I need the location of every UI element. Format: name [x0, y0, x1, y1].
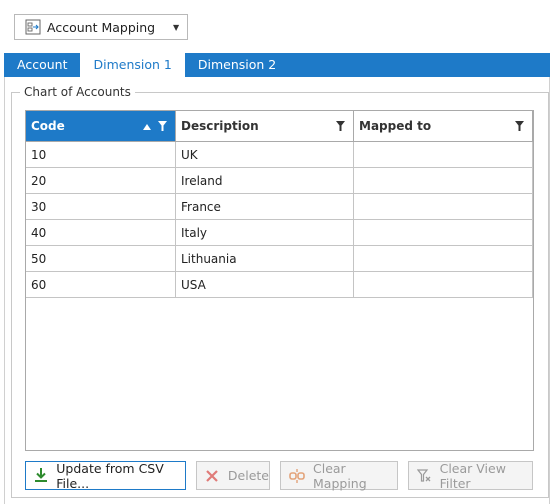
tab-account[interactable]: Account	[4, 53, 80, 77]
cell-description[interactable]: France	[176, 194, 354, 220]
cell-description[interactable]: Lithuania	[176, 246, 354, 272]
column-header-code[interactable]: Code	[26, 111, 176, 142]
clear-filter-icon	[417, 468, 432, 484]
cell-mapped-to[interactable]	[354, 272, 533, 298]
column-header-mapped-to[interactable]: Mapped to	[354, 111, 533, 142]
cell-description[interactable]: USA	[176, 272, 354, 298]
cell-mapped-to[interactable]	[354, 220, 533, 246]
column-header-description[interactable]: Description	[176, 111, 354, 142]
clear-view-filter-button[interactable]: Clear View Filter	[408, 460, 533, 491]
table-row[interactable]: 40 Italy	[26, 220, 533, 246]
delete-icon	[205, 468, 220, 484]
delete-button[interactable]: Delete	[196, 461, 270, 490]
update-from-csv-button[interactable]: Update from CSV File...	[25, 460, 186, 491]
cell-code[interactable]: 30	[26, 194, 176, 220]
cell-mapped-to[interactable]	[354, 168, 533, 194]
cell-code[interactable]: 60	[26, 272, 176, 298]
button-label: Update from CSV File...	[56, 460, 164, 491]
mapping-icon	[25, 19, 41, 35]
button-label: Delete	[227, 468, 269, 483]
import-icon	[34, 468, 48, 484]
mode-dropdown[interactable]: Account Mapping ▼	[14, 14, 188, 40]
cell-code[interactable]: 10	[26, 142, 176, 168]
cell-description[interactable]: Italy	[176, 220, 354, 246]
mode-dropdown-value: Account Mapping	[47, 19, 156, 35]
filter-icon[interactable]	[515, 120, 524, 134]
grid-header: Code Description Mapped to	[26, 111, 533, 142]
filter-icon[interactable]	[158, 120, 167, 134]
sort-ascending-icon	[143, 120, 151, 134]
unlink-icon	[289, 468, 305, 484]
filter-icon[interactable]	[336, 120, 345, 134]
tab-bar: Account Dimension 1 Dimension 2	[4, 53, 550, 77]
column-header-label: Mapped to	[359, 119, 432, 133]
cell-description[interactable]: UK	[176, 142, 354, 168]
cell-code[interactable]: 20	[26, 168, 176, 194]
button-label: Clear Mapping	[313, 460, 367, 491]
clear-mapping-button[interactable]: Clear Mapping	[280, 460, 398, 491]
cell-mapped-to[interactable]	[354, 142, 533, 168]
cell-code[interactable]: 50	[26, 246, 176, 272]
accounts-grid: Code Description Mapped to 10 UK 20 Irel…	[25, 110, 534, 451]
column-header-label: Description	[181, 119, 259, 133]
tab-dimension-1[interactable]: Dimension 1	[80, 53, 185, 77]
table-row[interactable]: 30 France	[26, 194, 533, 220]
group-title: Chart of Accounts	[20, 85, 135, 99]
cell-code[interactable]: 40	[26, 220, 176, 246]
cell-description[interactable]: Ireland	[176, 168, 354, 194]
chevron-down-icon: ▼	[173, 22, 180, 32]
table-row[interactable]: 20 Ireland	[26, 168, 533, 194]
cell-mapped-to[interactable]	[354, 194, 533, 220]
table-row[interactable]: 50 Lithuania	[26, 246, 533, 272]
tab-dimension-2[interactable]: Dimension 2	[185, 53, 289, 77]
column-header-label: Code	[31, 119, 65, 133]
button-label: Clear View Filter	[439, 460, 506, 491]
cell-mapped-to[interactable]	[354, 246, 533, 272]
table-row[interactable]: 10 UK	[26, 142, 533, 168]
table-row[interactable]: 60 USA	[26, 272, 533, 298]
